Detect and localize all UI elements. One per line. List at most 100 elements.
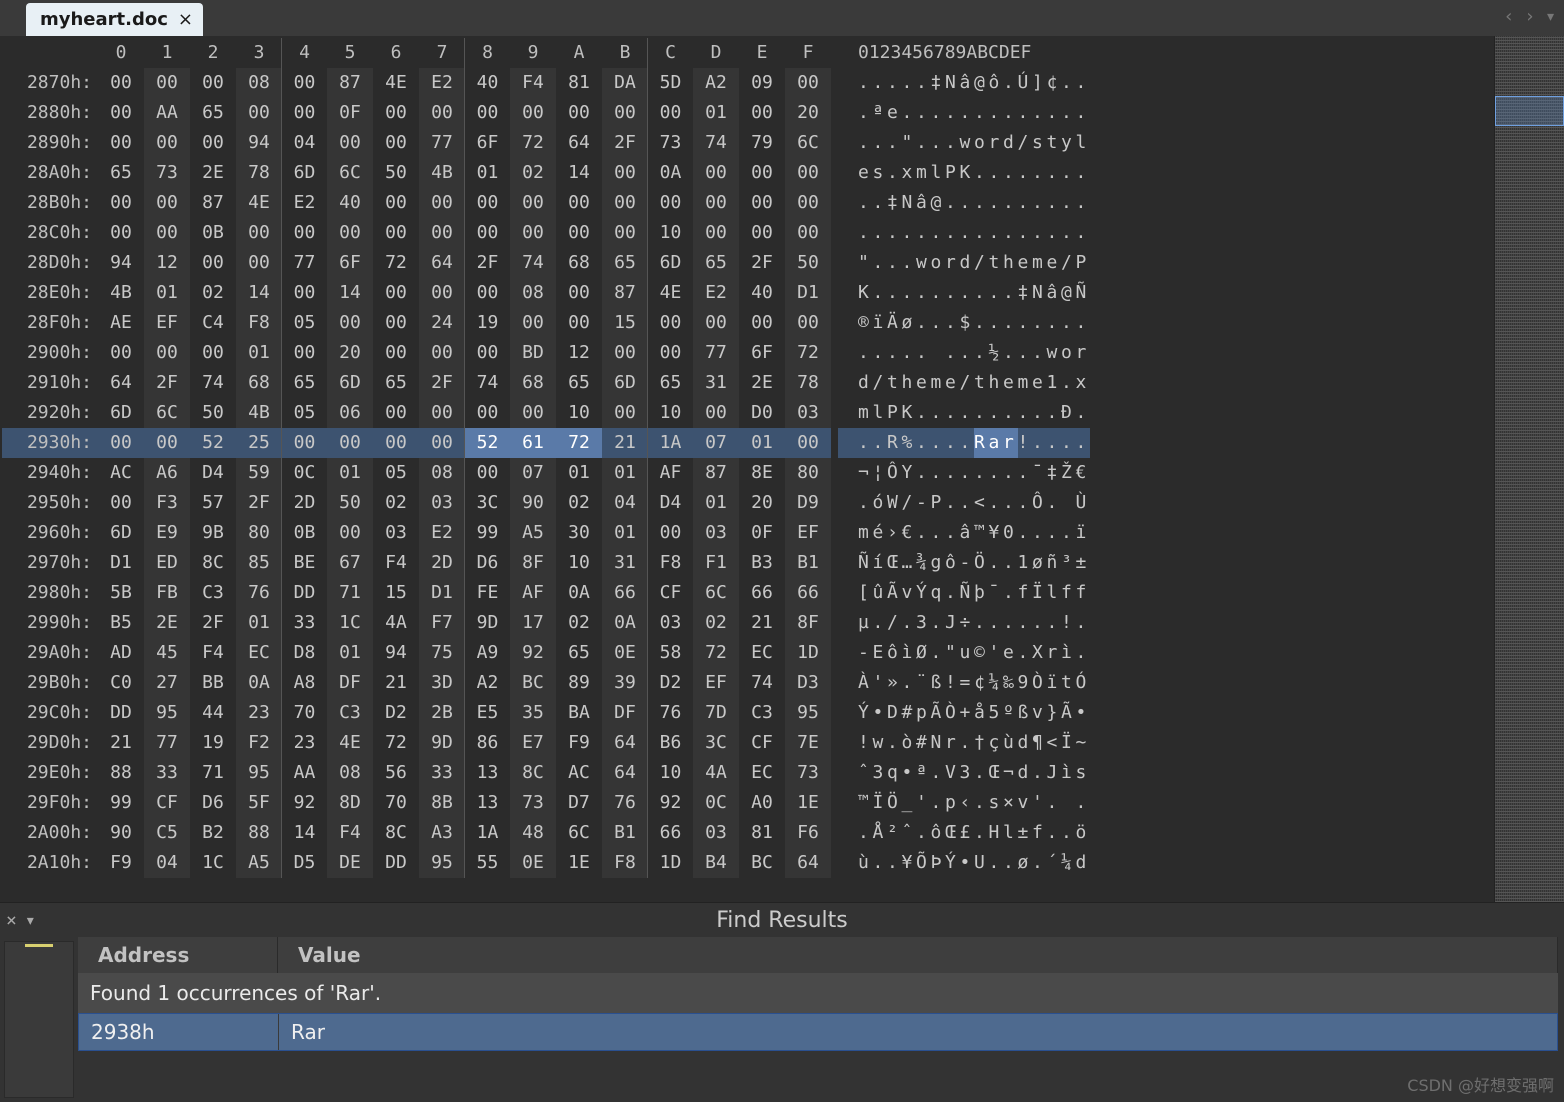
hex-row[interactable]: 29C0h:DD95442370C3D22BE535BADF767DC395Ý•… <box>2 698 1494 728</box>
hex-byte[interactable]: 66 <box>739 578 785 608</box>
hex-byte[interactable]: 2F <box>144 368 190 398</box>
hex-byte[interactable]: 00 <box>739 158 785 188</box>
hex-byte[interactable]: BB <box>190 668 236 698</box>
ascii-cell[interactable]: ù..¥ÕÞÝ•U..ø.´¼d <box>838 848 1090 878</box>
hex-row[interactable]: 2880h:00AA6500000F00000000000000010020.ª… <box>2 98 1494 128</box>
hex-byte[interactable]: 31 <box>602 548 648 578</box>
hex-byte[interactable]: 4A <box>373 608 419 638</box>
hex-byte[interactable]: 81 <box>556 68 602 98</box>
hex-byte[interactable]: 00 <box>647 308 693 338</box>
hex-byte[interactable]: 2F <box>739 248 785 278</box>
hex-byte[interactable]: 1D <box>785 638 831 668</box>
hex-byte[interactable]: 78 <box>236 158 282 188</box>
hex-byte[interactable]: 94 <box>98 248 144 278</box>
hex-row[interactable]: 29D0h:217719F2234E729D86E7F964B63CCF7E!w… <box>2 728 1494 758</box>
hex-byte[interactable]: D5 <box>281 848 327 878</box>
hex-byte[interactable]: 66 <box>647 818 693 848</box>
hex-byte[interactable]: 00 <box>602 98 648 128</box>
hex-byte[interactable]: 55 <box>464 848 510 878</box>
find-close-icon[interactable]: × <box>6 910 17 931</box>
hex-byte[interactable]: AF <box>647 458 693 488</box>
hex-byte[interactable]: 44 <box>190 698 236 728</box>
hex-editor[interactable]: 0123456789ABCDEF 0123456789ABCDEF 2870h:… <box>0 36 1494 902</box>
hex-byte[interactable]: 00 <box>236 98 282 128</box>
hex-byte[interactable]: AA <box>281 758 327 788</box>
hex-byte[interactable]: 1A <box>464 818 510 848</box>
hex-byte[interactable]: F4 <box>510 68 556 98</box>
hex-byte[interactable]: 99 <box>464 518 510 548</box>
hex-byte[interactable]: DF <box>327 668 373 698</box>
hex-byte[interactable]: 65 <box>556 368 602 398</box>
hex-byte[interactable]: F9 <box>98 848 144 878</box>
hex-byte[interactable]: 95 <box>419 848 465 878</box>
hex-byte[interactable]: 00 <box>373 308 419 338</box>
hex-byte[interactable]: 65 <box>281 368 327 398</box>
hex-byte[interactable]: C3 <box>739 698 785 728</box>
hex-byte[interactable]: 00 <box>190 128 236 158</box>
hex-byte[interactable]: 6F <box>327 248 373 278</box>
hex-byte[interactable]: 89 <box>556 668 602 698</box>
ascii-cell[interactable]: .óW/-P..<...Ô. Ù <box>838 488 1090 518</box>
hex-byte[interactable]: D9 <box>785 488 831 518</box>
hex-byte[interactable]: D4 <box>647 488 693 518</box>
hex-byte[interactable]: 48 <box>510 818 556 848</box>
hex-byte[interactable]: 56 <box>373 758 419 788</box>
hex-byte[interactable]: 05 <box>281 308 327 338</box>
hex-byte[interactable]: B4 <box>693 848 739 878</box>
hex-byte[interactable]: 2F <box>190 608 236 638</box>
hex-byte[interactable]: 6C <box>693 578 739 608</box>
hex-byte[interactable]: 01 <box>739 428 785 458</box>
hex-byte[interactable]: 72 <box>693 638 739 668</box>
hex-byte[interactable]: 9D <box>464 608 510 638</box>
hex-byte[interactable]: 00 <box>281 98 327 128</box>
hex-byte[interactable]: 65 <box>647 368 693 398</box>
hex-byte[interactable]: 68 <box>510 368 556 398</box>
hex-byte[interactable]: 00 <box>510 218 556 248</box>
hex-byte[interactable]: 9B <box>190 518 236 548</box>
hex-byte[interactable]: E2 <box>693 278 739 308</box>
hex-byte[interactable]: B5 <box>98 608 144 638</box>
hex-byte[interactable]: DA <box>602 68 648 98</box>
hex-byte[interactable]: 6C <box>785 128 831 158</box>
hex-byte[interactable]: 00 <box>373 188 419 218</box>
hex-byte[interactable]: 01 <box>693 98 739 128</box>
hex-byte[interactable]: 01 <box>327 638 373 668</box>
hex-byte[interactable]: 00 <box>739 188 785 218</box>
hex-byte[interactable]: 52 <box>464 428 510 458</box>
hex-byte[interactable]: 70 <box>373 788 419 818</box>
hex-byte[interactable]: 00 <box>785 158 831 188</box>
ascii-cell[interactable]: .ªe............. <box>838 98 1090 128</box>
hex-byte[interactable]: 00 <box>647 338 693 368</box>
ascii-cell[interactable]: ..."...word/styl <box>838 128 1090 158</box>
hex-byte[interactable]: 00 <box>602 158 648 188</box>
hex-byte[interactable]: B1 <box>602 818 648 848</box>
hex-byte[interactable]: EF <box>785 518 831 548</box>
ascii-cell[interactable]: ................ <box>838 218 1090 248</box>
hex-byte[interactable]: AF <box>510 578 556 608</box>
hex-byte[interactable]: 1E <box>785 788 831 818</box>
hex-byte[interactable]: 01 <box>556 458 602 488</box>
hex-byte[interactable]: 00 <box>190 248 236 278</box>
hex-byte[interactable]: DE <box>327 848 373 878</box>
hex-byte[interactable]: EC <box>236 638 282 668</box>
hex-byte[interactable]: 5D <box>647 68 693 98</box>
hex-byte[interactable]: 77 <box>693 338 739 368</box>
find-col-value[interactable]: Value <box>278 937 1558 973</box>
hex-byte[interactable]: 21 <box>602 428 648 458</box>
hex-byte[interactable]: 00 <box>419 188 465 218</box>
hex-byte[interactable]: 00 <box>556 278 602 308</box>
hex-byte[interactable]: 00 <box>739 98 785 128</box>
hex-byte[interactable]: 05 <box>281 398 327 428</box>
hex-byte[interactable]: 72 <box>510 128 556 158</box>
ascii-cell[interactable]: ®ïÄø...$........ <box>838 308 1090 338</box>
hex-byte[interactable]: 95 <box>785 698 831 728</box>
hex-byte[interactable]: 87 <box>327 68 373 98</box>
hex-byte[interactable]: 6C <box>144 398 190 428</box>
hex-byte[interactable]: 00 <box>510 308 556 338</box>
hex-byte[interactable]: 1E <box>556 848 602 878</box>
nav-back-icon[interactable]: ‹ <box>1503 6 1514 27</box>
hex-byte[interactable]: 01 <box>144 278 190 308</box>
hex-byte[interactable]: 00 <box>419 428 465 458</box>
hex-byte[interactable]: 00 <box>510 398 556 428</box>
hex-byte[interactable]: 06 <box>327 398 373 428</box>
